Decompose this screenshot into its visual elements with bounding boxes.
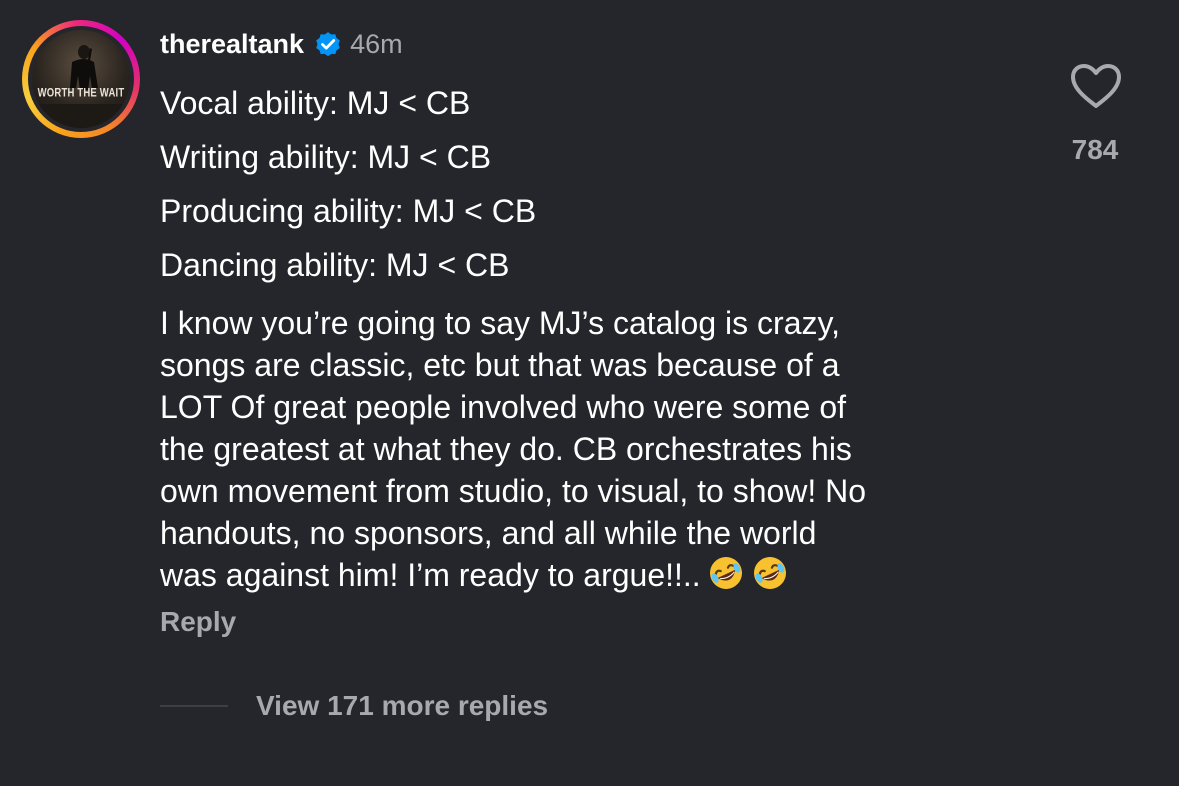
paragraph-line: handouts, no sponsors, and all while the…: [160, 515, 817, 551]
like-count: 784: [1071, 134, 1119, 165]
view-replies-label: View 171 more replies: [256, 690, 549, 721]
comment-line: Vocal ability: MJ < CB: [160, 85, 471, 121]
avatar-caption: WORTH THE WAIT: [37, 86, 125, 101]
rolling-on-floor-laughing-emoji: [707, 554, 745, 592]
paragraph-line: the greatest at what they do. CB orchest…: [160, 431, 852, 467]
view-replies-button[interactable]: View 171 more replies: [160, 690, 548, 722]
comment-item: WORTH THE WAIT therealtank 46m Vocal abi…: [0, 0, 1179, 786]
paragraph-last-line: was against him! I’m ready to argue!!..: [160, 554, 1040, 596]
comment-line: Producing ability: MJ < CB: [160, 193, 537, 229]
username-link[interactable]: therealtank: [160, 29, 304, 60]
heart-outline-icon[interactable]: [1068, 62, 1124, 110]
paragraph-line-text: was against him! I’m ready to argue!!..: [160, 557, 701, 593]
comment-body: Vocal ability: MJ < CB Writing ability: …: [160, 76, 1040, 596]
comment-paragraph: I know you’re going to say MJ’s catalog …: [160, 302, 1040, 596]
verified-badge-icon: [313, 29, 343, 59]
paragraph-line: own movement from studio, to visual, to …: [160, 473, 867, 509]
paragraph-line: I know you’re going to say MJ’s catalog …: [160, 305, 840, 341]
replies-divider: [160, 705, 228, 707]
reply-button[interactable]: Reply: [160, 606, 236, 638]
comment-line: Writing ability: MJ < CB: [160, 139, 492, 175]
avatar[interactable]: WORTH THE WAIT: [32, 30, 130, 128]
comment-header: therealtank 46m: [160, 26, 403, 62]
paragraph-line: LOT Of great people involved who were so…: [160, 389, 846, 425]
paragraph-line: songs are classic, etc but that was beca…: [160, 347, 840, 383]
rolling-on-floor-laughing-emoji: [751, 554, 789, 592]
avatar-figure-icon: [32, 45, 130, 128]
comment-line: Dancing ability: MJ < CB: [160, 247, 510, 283]
comment-timestamp: 46m: [350, 28, 403, 59]
avatar-story-ring[interactable]: WORTH THE WAIT: [22, 20, 140, 138]
